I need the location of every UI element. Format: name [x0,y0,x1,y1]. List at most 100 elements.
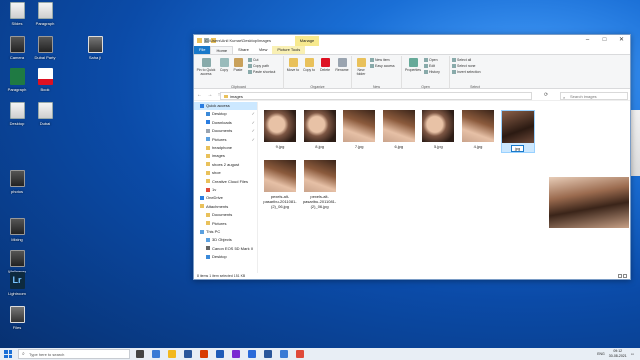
desktop-icon[interactable]: Files [2,306,32,330]
nav-item[interactable]: shoes 2 august [194,161,257,169]
desktop-icon[interactable]: Lr Lightroom [2,272,32,296]
taskbar-search-input[interactable]: ⌕ Type here to search [18,349,130,359]
tab-manage[interactable]: Manage [295,36,319,46]
file-name: 9.jpg [275,144,285,149]
nav-item[interactable]: Documents ✓ [194,127,257,135]
nav-item[interactable]: Desktop [194,253,257,261]
rename-button[interactable]: Rename [334,58,350,72]
tab-file[interactable]: File [194,46,211,54]
nav-item[interactable]: headphone [194,144,257,152]
language-indicator[interactable]: ENG [597,352,605,356]
nav-item[interactable]: Desktop ✓ [194,110,257,118]
taskbar-app-icon[interactable] [168,350,176,358]
file-item[interactable]: 7.jpg [342,110,376,149]
copy-button[interactable]: Copy [218,58,230,72]
start-button[interactable] [4,350,12,358]
taskbar-app-icon[interactable] [184,350,192,358]
open-button[interactable]: Open [424,58,438,63]
nav-item[interactable]: OneDrive [194,194,257,202]
edit-button[interactable]: Edit [424,64,435,69]
file-item[interactable]: pexels-alt-pasaribu-2011081-(2)_06.jpg [263,160,297,209]
desktop-icon[interactable]: Paragraph [30,2,60,26]
file-item[interactable]: 4.jpg [461,110,495,149]
tab-share[interactable]: Share [233,46,254,54]
invert-selection-button[interactable]: Invert selection [452,70,481,75]
tab-view[interactable]: View [254,46,273,54]
taskbar-app-icon[interactable] [248,350,256,358]
navigation-pane[interactable]: Quick access Desktop ✓ Downloads ✓ Documents ✓… [194,102,258,275]
desktop-icon[interactable]: photos [2,170,32,194]
desktop-icon[interactable]: Desktop [2,102,32,126]
nav-item[interactable]: Pictures ✓ [194,136,257,144]
address-bar[interactable]: images [220,92,532,100]
file-item[interactable]: jpg [500,110,535,153]
taskbar-app-icon[interactable] [136,350,144,358]
nav-item[interactable]: 1v [194,186,257,194]
search-input[interactable]: ⌕ Search images [560,92,628,100]
nav-item[interactable]: shoe [194,169,257,177]
desktop-icon[interactable]: Dubai [30,102,60,126]
nav-item[interactable]: Creative Cloud Files [194,178,257,186]
desktop-icon[interactable]: Dubai Party [30,36,60,60]
nav-item[interactable]: Downloads ✓ [194,119,257,127]
taskbar-app-icon[interactable] [264,350,272,358]
nav-arrows[interactable]: ← → ↑ [197,92,222,98]
cut-button[interactable]: Cut [248,58,258,63]
nav-item[interactable]: Canon EOS 5D Mark II [194,245,257,253]
copy-to-button[interactable]: Copy to [302,58,316,72]
file-item[interactable]: 8.jpg [303,110,337,149]
desktop-icon[interactable]: Book [30,68,60,92]
desktop-icon[interactable]: Saha ji [80,36,110,60]
history-button[interactable]: History [424,70,440,75]
nav-item[interactable]: Quick access [194,102,257,110]
taskbar-app-icon[interactable] [280,350,288,358]
file-item[interactable]: 6.jpg [382,110,416,149]
refresh-icon[interactable]: ⟳ [544,92,548,98]
tab-home[interactable]: Home [210,46,234,54]
easy-access-button[interactable]: Easy access [370,64,395,69]
select-none-button[interactable]: Select none [452,64,476,69]
desktop-icon[interactable]: Wallpaper [2,250,32,274]
maximize-button[interactable]: □ [596,35,613,46]
taskbar-app-icon[interactable] [232,350,240,358]
nav-item[interactable]: Pictures [194,220,257,228]
notifications-icon[interactable]: ▭ [631,352,634,356]
paste-button[interactable]: Paste [232,58,244,72]
file-item[interactable]: 5.jpg [421,110,455,149]
taskbar-app-icon[interactable] [296,350,304,358]
new-item-button[interactable]: New item [370,58,390,63]
clock[interactable]: 09:12 30-08-2021 [609,349,627,358]
nav-item[interactable]: images [194,152,257,160]
move-to-button[interactable]: Move to [286,58,300,72]
pin-quick-access-button[interactable]: Pin to Quick access [196,58,216,76]
copy-path-button[interactable]: Copy path [248,64,269,69]
taskbar-app-icon[interactable] [152,350,160,358]
file-item[interactable]: 9.jpg [263,110,297,149]
close-button[interactable]: ✕ [613,35,630,46]
nav-item[interactable]: Documents [194,211,257,219]
nav-item[interactable]: Attachments [194,203,257,211]
desktop-icon[interactable]: Paragraph [2,68,32,92]
select-all-button[interactable]: Select all [452,58,471,63]
tab-picture-tools[interactable]: Picture Tools [272,46,306,54]
paste-shortcut-button[interactable]: Paste shortcut [248,70,275,75]
taskbar-app-icon[interactable] [216,350,224,358]
delete-button[interactable]: Delete [318,58,332,72]
new-folder-button[interactable]: New folder [354,58,368,76]
title-bar[interactable]: C:\Users\Anil Kumar\Desktop\images Manag… [194,35,630,46]
properties-button[interactable]: Properties [404,58,422,72]
file-explorer-window[interactable]: C:\Users\Anil Kumar\Desktop\images Manag… [193,34,631,280]
nav-item[interactable]: 3D Objects [194,236,257,244]
desktop-icon[interactable]: Camera [2,36,32,60]
details-view-icon[interactable] [618,274,622,278]
desktop-icon[interactable]: Mixing [2,218,32,242]
nav-item[interactable]: This PC [194,228,257,236]
file-item[interactable]: pexels-alt-pasaribu-2011081-(2)_06.jpg [303,160,337,209]
desktop-icon[interactable]: Sildes [2,2,32,26]
rename-field[interactable]: jpg [510,145,525,152]
large-icons-view-icon[interactable] [623,274,627,278]
view-toggle[interactable] [617,274,627,280]
minimize-button[interactable]: – [579,35,596,46]
nav-item-label: images [212,153,225,159]
taskbar-app-icon[interactable] [200,350,208,358]
